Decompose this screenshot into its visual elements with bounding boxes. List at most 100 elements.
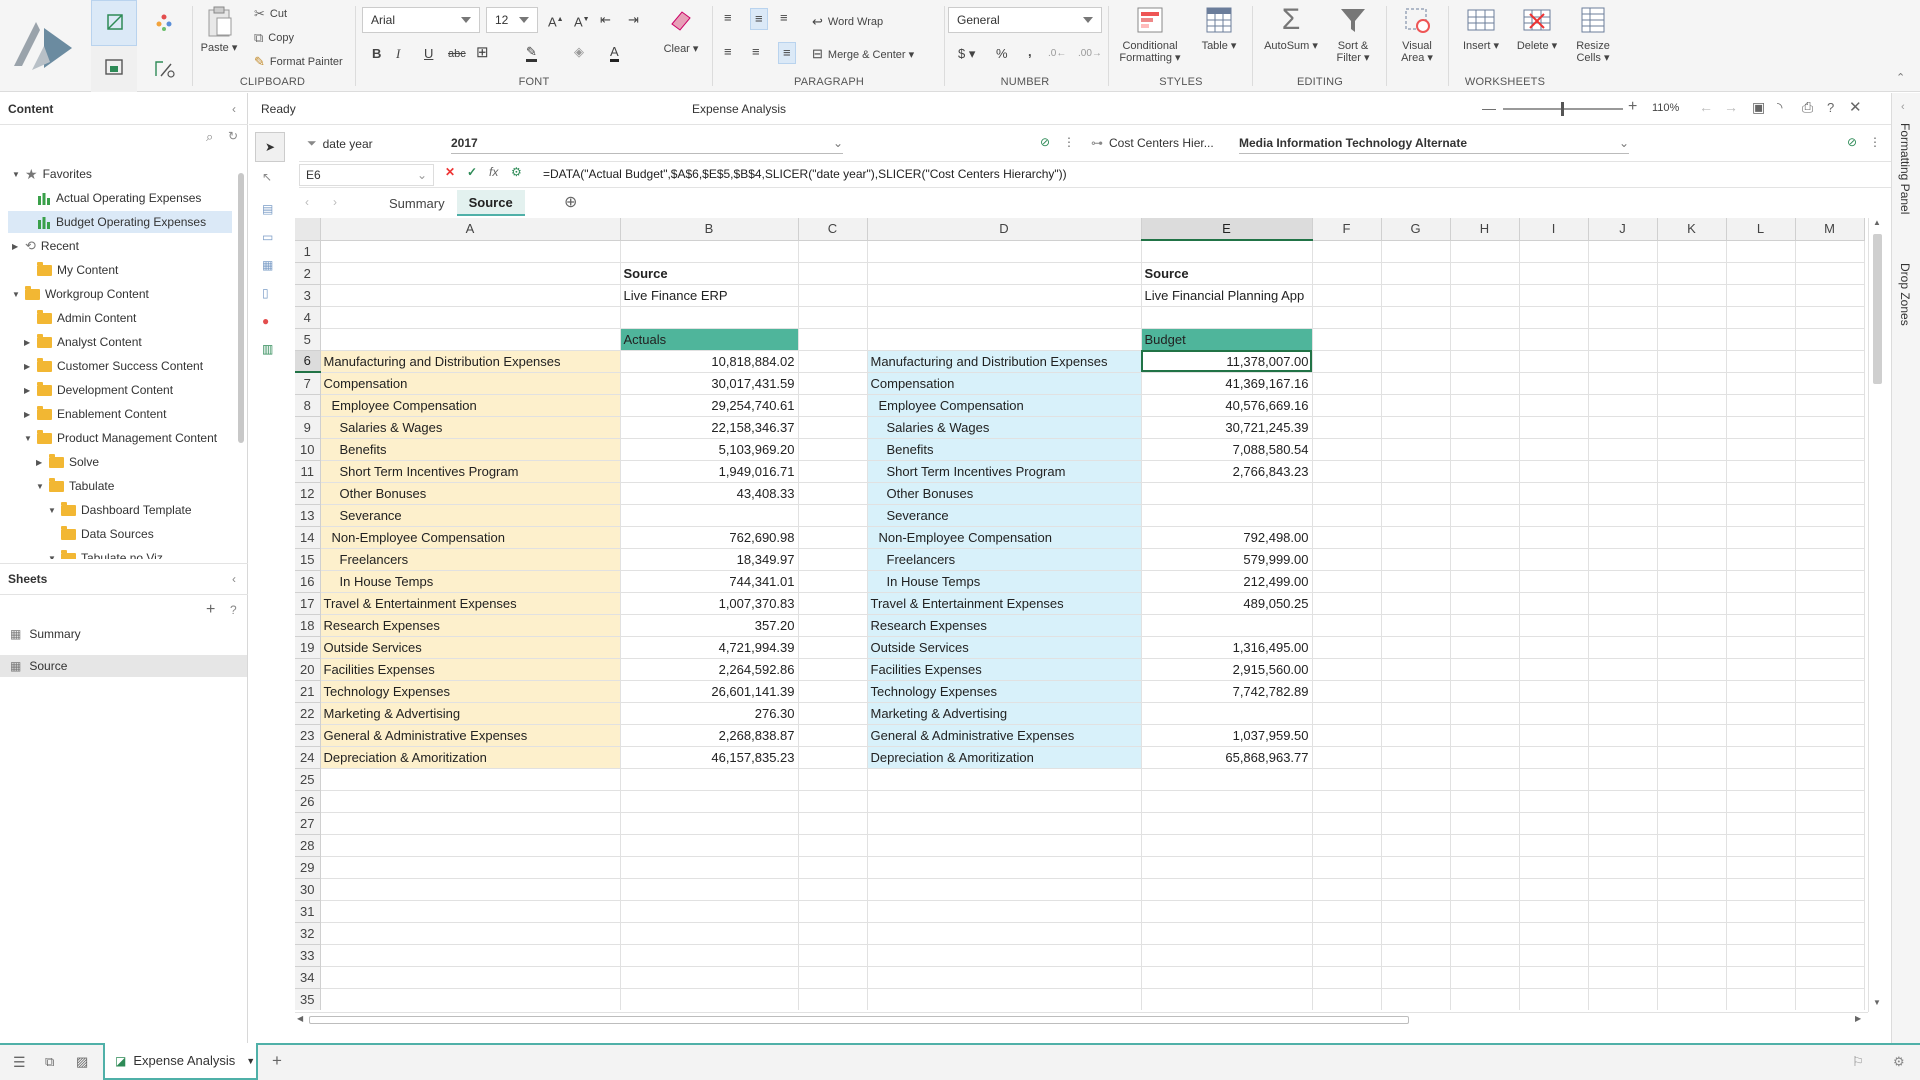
cell-F10[interactable]: [1312, 438, 1382, 461]
cell-B17[interactable]: 1,007,370.83: [620, 592, 799, 615]
cell-B8[interactable]: 29,254,740.61: [620, 394, 799, 417]
font-name-select[interactable]: Arial: [362, 7, 480, 33]
cell-H14[interactable]: [1450, 526, 1520, 549]
cell-K10[interactable]: [1657, 438, 1727, 461]
cell-C29[interactable]: [798, 856, 868, 879]
tree-item[interactable]: ▼ ★ Favorites: [12, 163, 92, 185]
cell-K6[interactable]: [1657, 350, 1727, 373]
cell-I32[interactable]: [1519, 922, 1589, 945]
comment-icon[interactable]: ▭: [262, 230, 290, 244]
cell-K31[interactable]: [1657, 900, 1727, 923]
cell-K29[interactable]: [1657, 856, 1727, 879]
cell-F25[interactable]: [1312, 768, 1382, 791]
cell-C8[interactable]: [798, 394, 868, 417]
cell-F2[interactable]: [1312, 262, 1382, 285]
cell-A14[interactable]: Non-Employee Compensation: [320, 526, 621, 549]
cell-C21[interactable]: [798, 680, 868, 703]
cell-E26[interactable]: [1141, 790, 1313, 813]
cell-C16[interactable]: [798, 570, 868, 593]
cell-C17[interactable]: [798, 592, 868, 615]
sheet-tab[interactable]: Source: [456, 190, 525, 216]
cell-I13[interactable]: [1519, 504, 1589, 527]
print-icon[interactable]: ⎙: [1802, 99, 1813, 116]
tree-item[interactable]: My Content: [24, 259, 118, 281]
cell-K35[interactable]: [1657, 988, 1727, 1010]
cell-I23[interactable]: [1519, 724, 1589, 747]
column-header[interactable]: K: [1657, 218, 1727, 241]
cell-F21[interactable]: [1312, 680, 1382, 703]
caret-down-icon[interactable]: ▼: [12, 170, 20, 179]
save-icon[interactable]: ▣: [1752, 99, 1765, 116]
cell-E23[interactable]: 1,037,959.50: [1141, 724, 1313, 747]
format-painter-button[interactable]: ✎ Format Painter: [254, 54, 343, 70]
cell-B21[interactable]: 26,601,141.39: [620, 680, 799, 703]
cell-E19[interactable]: 1,316,495.00: [1141, 636, 1313, 659]
template-button[interactable]: [91, 46, 137, 92]
cell-B20[interactable]: 2,264,592.86: [620, 658, 799, 681]
horizontal-scrollbar[interactable]: ◀ ▶: [295, 1012, 1868, 1026]
cell-M17[interactable]: [1795, 592, 1865, 615]
cell-D13[interactable]: Severance: [867, 504, 1142, 527]
cell-J33[interactable]: [1588, 944, 1658, 967]
cell-G13[interactable]: [1381, 504, 1451, 527]
cell-A21[interactable]: Technology Expenses: [320, 680, 621, 703]
cell-J3[interactable]: [1588, 284, 1658, 307]
cell-I26[interactable]: [1519, 790, 1589, 813]
cell-A27[interactable]: [320, 812, 621, 835]
cell-L8[interactable]: [1726, 394, 1796, 417]
cell-I3[interactable]: [1519, 284, 1589, 307]
cell-B18[interactable]: 357.20: [620, 614, 799, 637]
row-header[interactable]: 12: [295, 482, 321, 505]
cell-H29[interactable]: [1450, 856, 1520, 879]
row-header[interactable]: 31: [295, 900, 321, 923]
cell-C7[interactable]: [798, 372, 868, 395]
cell-G19[interactable]: [1381, 636, 1451, 659]
cell-F5[interactable]: [1312, 328, 1382, 351]
row-header[interactable]: 28: [295, 834, 321, 857]
row-header[interactable]: 9: [295, 416, 321, 439]
row-header[interactable]: 24: [295, 746, 321, 769]
cell-I2[interactable]: [1519, 262, 1589, 285]
increase-decimal-icon[interactable]: .0←: [1048, 46, 1066, 62]
cell-G6[interactable]: [1381, 350, 1451, 373]
cell-K27[interactable]: [1657, 812, 1727, 835]
cell-F11[interactable]: [1312, 460, 1382, 483]
add-tab-icon[interactable]: ⊕: [564, 192, 577, 212]
cell-E20[interactable]: 2,915,560.00: [1141, 658, 1313, 681]
cell-G7[interactable]: [1381, 372, 1451, 395]
cell-H35[interactable]: [1450, 988, 1520, 1010]
horizontal-scroll-thumb[interactable]: [309, 1016, 1409, 1024]
cell-M22[interactable]: [1795, 702, 1865, 725]
cell-L31[interactable]: [1726, 900, 1796, 923]
cell-J31[interactable]: [1588, 900, 1658, 923]
cell-J15[interactable]: [1588, 548, 1658, 571]
cell-H8[interactable]: [1450, 394, 1520, 417]
cell-D14[interactable]: Non-Employee Compensation: [867, 526, 1142, 549]
caret-down-icon[interactable]: ▼: [12, 290, 20, 299]
cell-D1[interactable]: [867, 240, 1142, 263]
add-workbook-icon[interactable]: +: [272, 1051, 282, 1071]
cell-L7[interactable]: [1726, 372, 1796, 395]
cell-L17[interactable]: [1726, 592, 1796, 615]
cell-L9[interactable]: [1726, 416, 1796, 439]
highlight-color-icon[interactable]: ✎: [526, 44, 537, 62]
cell-B22[interactable]: 276.30: [620, 702, 799, 725]
cell-B14[interactable]: 762,690.98: [620, 526, 799, 549]
cell-B13[interactable]: [620, 504, 799, 527]
cell-G24[interactable]: [1381, 746, 1451, 769]
cell-B19[interactable]: 4,721,994.39: [620, 636, 799, 659]
tree-item[interactable]: ▼ Tabulate: [36, 475, 114, 497]
number-format-select[interactable]: General: [948, 7, 1102, 33]
row-header[interactable]: 26: [295, 790, 321, 813]
cell-J13[interactable]: [1588, 504, 1658, 527]
cell-F17[interactable]: [1312, 592, 1382, 615]
zoom-in-icon[interactable]: +: [1628, 98, 1637, 116]
drop-zones-tab[interactable]: Drop Zones: [1898, 263, 1912, 326]
cell-I11[interactable]: [1519, 460, 1589, 483]
cell-G31[interactable]: [1381, 900, 1451, 923]
tree-item[interactable]: ▶ Solve: [36, 451, 99, 473]
cell-K17[interactable]: [1657, 592, 1727, 615]
cell-F3[interactable]: [1312, 284, 1382, 307]
cell-B30[interactable]: [620, 878, 799, 901]
cell-J1[interactable]: [1588, 240, 1658, 263]
